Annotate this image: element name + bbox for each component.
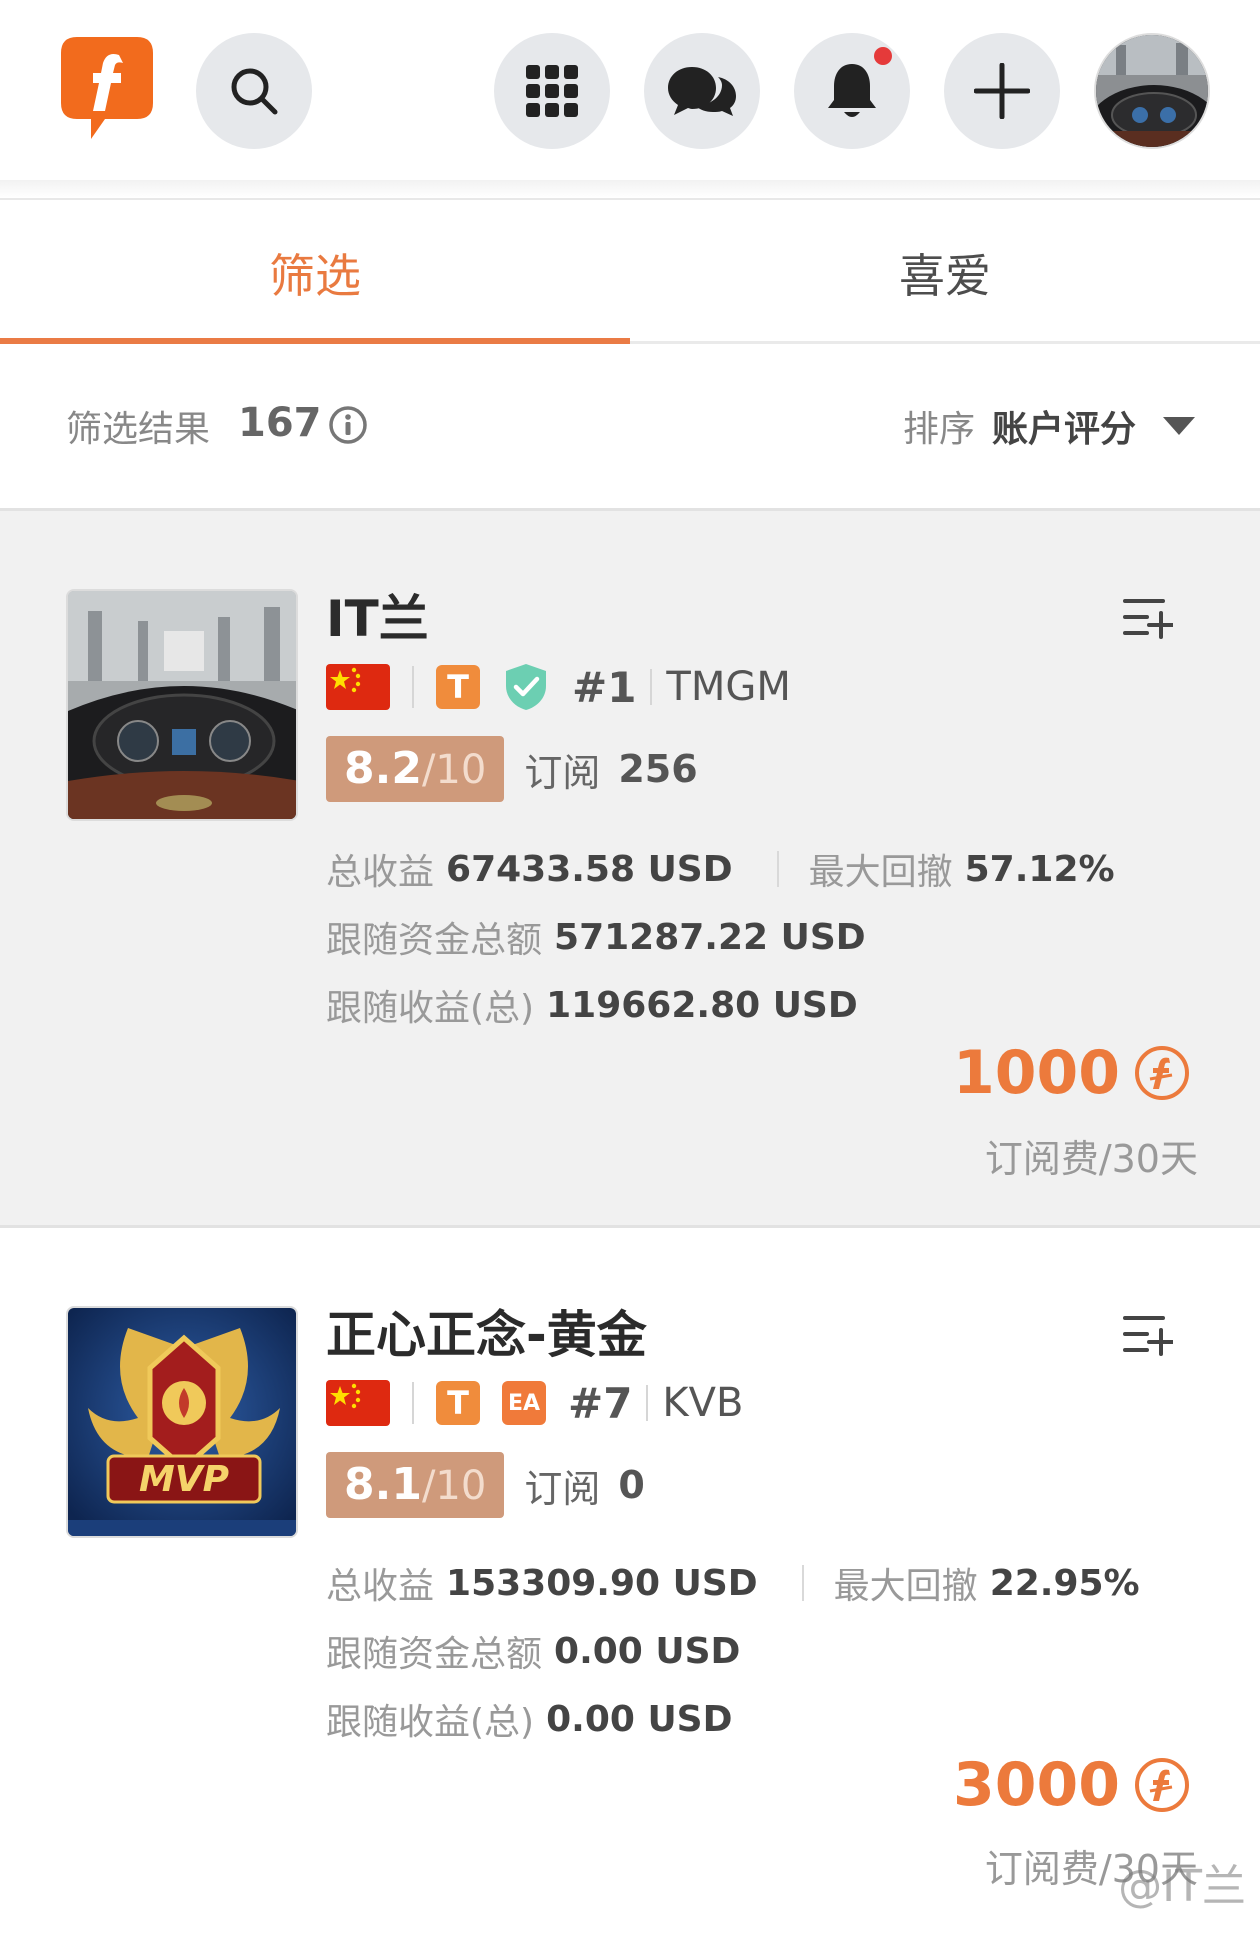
price-value: 3000 bbox=[953, 1750, 1120, 1820]
sort-dropdown[interactable]: 账户评分 bbox=[992, 400, 1136, 452]
watermark: @IT兰 bbox=[1118, 1861, 1246, 1912]
follow-profit-line: 跟随收益(总) 119662.80 USD bbox=[326, 980, 858, 1030]
follow-funds-line: 跟随资金总额 571287.22 USD bbox=[326, 912, 866, 962]
divider bbox=[646, 1385, 649, 1421]
subscription-price[interactable]: 1000 bbox=[953, 1038, 1190, 1108]
follow-profit-value: 0.00 USD bbox=[546, 1698, 733, 1740]
follow-funds-label: 跟随资金总额 bbox=[326, 1634, 543, 1675]
score-value: 8.2 bbox=[344, 743, 422, 794]
divider bbox=[412, 1382, 414, 1424]
chevron-down-icon[interactable] bbox=[1163, 417, 1195, 435]
divider bbox=[801, 1565, 804, 1601]
price-value: 1000 bbox=[953, 1038, 1120, 1108]
tab-bar: 筛选 喜爱 bbox=[0, 202, 1260, 344]
max-drawdown-label: 最大回撤 bbox=[808, 852, 953, 893]
ea-badge: EA bbox=[502, 1381, 546, 1425]
total-profit-label: 总收益 bbox=[326, 1566, 435, 1607]
broker-name: KVB bbox=[662, 1380, 744, 1426]
fee-period-label: 订阅费/30天 bbox=[984, 1137, 1198, 1181]
follow-funds-label: 跟随资金总额 bbox=[326, 920, 543, 961]
divider bbox=[412, 666, 414, 708]
rank-label: #1 bbox=[572, 662, 637, 712]
trader-card[interactable]: IT兰 T #1 TMGM 8.2 /10 订阅 256 总收益 67433.5… bbox=[0, 508, 1260, 1228]
coin-icon bbox=[1135, 1758, 1189, 1812]
broker-name: TMGM bbox=[666, 664, 791, 710]
china-flag-icon bbox=[326, 1380, 390, 1426]
trader-name[interactable]: IT兰 bbox=[326, 579, 429, 651]
tab-favorites[interactable]: 喜爱 bbox=[630, 202, 1260, 344]
top-navigation-bar bbox=[0, 0, 1260, 180]
search-icon bbox=[231, 68, 278, 115]
china-flag-icon bbox=[326, 664, 390, 710]
max-drawdown-label: 最大回撤 bbox=[833, 1566, 978, 1607]
score-badge: 8.1 /10 bbox=[326, 1452, 505, 1518]
trader-badges: T #1 TMGM bbox=[326, 661, 791, 713]
plus-icon bbox=[974, 63, 1030, 119]
messages-button[interactable] bbox=[644, 33, 760, 149]
info-icon[interactable] bbox=[328, 405, 368, 445]
add-to-list-icon[interactable] bbox=[1123, 1312, 1173, 1356]
rank-label: #7 bbox=[568, 1378, 633, 1428]
score-max: /10 bbox=[421, 747, 487, 793]
coin-icon bbox=[1135, 1046, 1189, 1100]
follow-profit-label: 跟随收益(总) bbox=[326, 1702, 535, 1743]
total-profit-label: 总收益 bbox=[326, 852, 435, 893]
notification-dot bbox=[874, 47, 892, 65]
trader-card[interactable]: MVP 正心正念-黄金 T EA #7 KVB 8.1 /10 订阅 0 总收益… bbox=[0, 1231, 1260, 1952]
score-value: 8.1 bbox=[344, 1459, 422, 1510]
score-max: /10 bbox=[421, 1463, 487, 1509]
trader-avatar[interactable] bbox=[66, 589, 298, 821]
score-row: 8.2 /10 订阅 256 bbox=[326, 736, 698, 802]
subscribe-label: 订阅 bbox=[524, 1466, 601, 1511]
result-count: 167 bbox=[238, 400, 322, 446]
subscribe-count: 0 bbox=[618, 1463, 645, 1507]
subscription-price[interactable]: 3000 bbox=[953, 1750, 1190, 1820]
follow-funds-value: 0.00 USD bbox=[554, 1630, 741, 1672]
max-drawdown-value: 57.12% bbox=[964, 848, 1115, 890]
trader-name[interactable]: 正心正念-黄金 bbox=[326, 1295, 647, 1367]
search-button[interactable] bbox=[196, 33, 312, 149]
notifications-button[interactable] bbox=[794, 33, 910, 149]
score-row: 8.1 /10 订阅 0 bbox=[326, 1452, 645, 1518]
user-avatar[interactable] bbox=[1094, 33, 1210, 149]
result-label: 筛选结果 bbox=[66, 409, 211, 450]
chat-icon bbox=[668, 67, 736, 116]
svg-text:MVP: MVP bbox=[139, 1459, 229, 1500]
follow-profit-label: 跟随收益(总) bbox=[326, 988, 535, 1029]
type-badge: T bbox=[436, 1381, 480, 1425]
total-profit-value: 153309.90 USD bbox=[446, 1562, 758, 1604]
header-divider bbox=[0, 180, 1260, 200]
bell-icon bbox=[828, 64, 876, 117]
add-to-list-icon[interactable] bbox=[1123, 595, 1173, 639]
follow-profit-value: 119662.80 USD bbox=[546, 984, 858, 1026]
profit-drawdown-line: 总收益 153309.90 USD 最大回撤 22.95% bbox=[326, 1558, 1140, 1608]
filter-summary-row: 筛选结果 167 排序 账户评分 bbox=[0, 345, 1260, 507]
max-drawdown-value: 22.95% bbox=[989, 1562, 1140, 1604]
logo-icon[interactable] bbox=[57, 33, 157, 143]
score-badge: 8.2 /10 bbox=[326, 736, 505, 802]
trader-badges: T EA #7 KVB bbox=[326, 1377, 743, 1429]
follow-profit-line: 跟随收益(总) 0.00 USD bbox=[326, 1694, 733, 1744]
trader-avatar[interactable]: MVP bbox=[66, 1306, 298, 1538]
divider bbox=[650, 669, 653, 705]
follow-funds-value: 571287.22 USD bbox=[554, 916, 866, 958]
type-badge: T bbox=[436, 665, 480, 709]
active-tab-indicator bbox=[0, 338, 630, 344]
apps-grid-icon bbox=[526, 65, 578, 117]
profit-drawdown-line: 总收益 67433.58 USD 最大回撤 57.12% bbox=[326, 844, 1115, 894]
tab-filter[interactable]: 筛选 bbox=[0, 202, 630, 344]
subscribe-count: 256 bbox=[618, 747, 698, 791]
apps-button[interactable] bbox=[494, 33, 610, 149]
follow-funds-line: 跟随资金总额 0.00 USD bbox=[326, 1626, 740, 1676]
subscribe-label: 订阅 bbox=[524, 750, 601, 795]
verified-shield-icon bbox=[506, 664, 546, 710]
create-button[interactable] bbox=[944, 33, 1060, 149]
divider bbox=[776, 851, 779, 887]
sort-label: 排序 bbox=[903, 409, 976, 450]
total-profit-value: 67433.58 USD bbox=[446, 848, 733, 890]
